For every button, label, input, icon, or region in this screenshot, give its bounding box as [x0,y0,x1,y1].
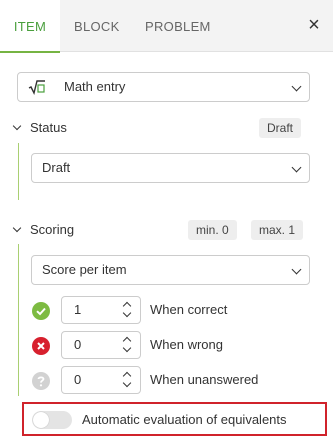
unanswered-score-stepper[interactable]: 0 [61,366,141,394]
unanswered-score-label: When unanswered [150,372,259,387]
min-score-badge: min. 0 [188,220,237,240]
correct-score-label: When correct [150,302,228,317]
correct-score-stepper[interactable]: 1 [61,296,141,324]
scoring-rail [18,244,19,396]
status-select[interactable]: Draft [31,153,310,183]
panel-tabs: ITEM BLOCK PROBLEM × [0,0,333,53]
status-rail [18,143,19,200]
item-type-label: Math entry [64,79,126,94]
check-circle-icon [32,302,50,320]
tab-problem[interactable]: PROBLEM [145,0,215,52]
status-section-toggle[interactable]: Status [12,118,212,138]
max-score-badge: max. 1 [251,220,304,240]
tab-block[interactable]: BLOCK [74,0,124,52]
wrong-score-value: 0 [74,337,82,352]
wrong-score-label: When wrong [150,337,223,352]
toggle-knob [33,412,49,428]
chevron-down-icon[interactable] [122,378,132,388]
scoring-mode-select[interactable]: Score per item [31,255,310,285]
question-circle-icon [32,372,50,390]
chevron-down-icon [291,81,302,92]
status-badge: Draft [259,118,302,138]
unanswered-score-value: 0 [74,372,82,387]
chevron-down-icon[interactable] [122,308,132,318]
close-icon[interactable]: × [303,14,325,36]
chevron-down-icon [12,121,22,131]
scoring-section-toggle[interactable]: Scoring [12,220,172,240]
status-title: Status [30,120,67,135]
tab-item[interactable]: ITEM [0,0,60,53]
chevron-down-icon [291,264,302,275]
square-root-icon [28,80,45,95]
scoring-title: Scoring [30,222,75,237]
chevron-down-icon[interactable] [122,343,132,353]
status-select-value: Draft [42,160,71,175]
item-type-select[interactable]: Math entry [17,72,310,102]
chevron-down-icon [291,162,302,173]
wrong-score-stepper[interactable]: 0 [61,331,141,359]
scoring-mode-value: Score per item [42,262,127,277]
chevron-down-icon [12,223,22,233]
correct-score-value: 1 [74,302,82,317]
auto-evaluation-row: Automatic evaluation of equivalents [22,402,327,436]
auto-evaluation-toggle[interactable] [32,411,72,429]
auto-evaluation-label: Automatic evaluation of equivalents [82,412,287,427]
x-circle-icon [32,337,50,355]
